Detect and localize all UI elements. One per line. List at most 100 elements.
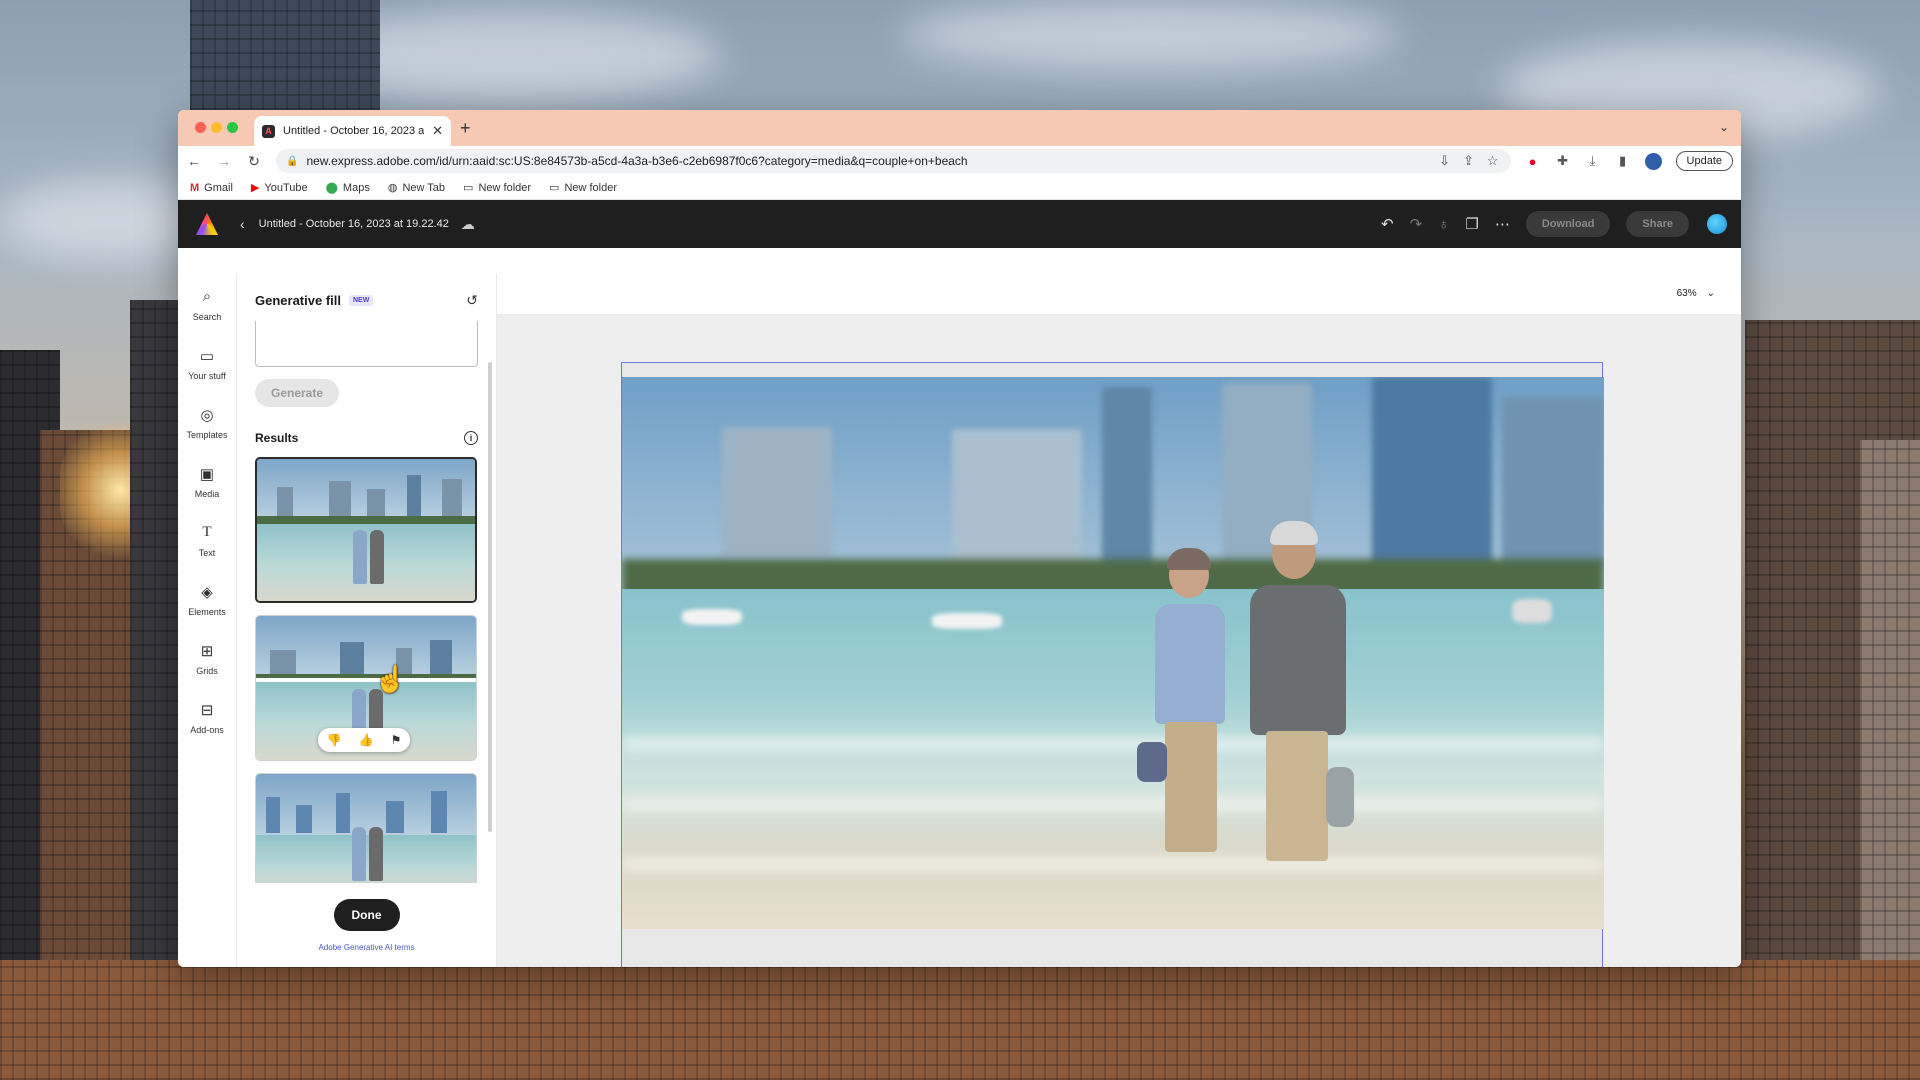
browser-tab[interactable]: A Untitled - October 16, 2023 at ✕: [254, 116, 451, 146]
adobe-favicon-icon: A: [262, 124, 275, 138]
new-tab-button[interactable]: +: [460, 118, 471, 139]
globe-icon: ◍: [387, 182, 398, 194]
left-rail: ⌕ Search ▭ Your stuff ◎ Templates ▣ Medi…: [178, 274, 237, 967]
hand-cursor-icon: ☝: [374, 664, 407, 694]
info-icon[interactable]: i: [464, 431, 478, 445]
zoom-level: 63%: [1676, 288, 1697, 299]
prompt-textarea[interactable]: [255, 321, 478, 367]
canvas-page[interactable]: [621, 362, 1604, 967]
bookmark-youtube[interactable]: ▶ YouTube: [250, 181, 308, 195]
tab-title: Untitled - October 16, 2023 at: [283, 125, 425, 137]
bookmarks-bar: M Gmail ▶ YouTube ⬤ Maps ◍ New Tab ▭ New fold…: [178, 176, 1741, 200]
tab-bar: A Untitled - October 16, 2023 at ✕ + ⌄: [178, 110, 1741, 146]
side-panel-icon[interactable]: ▮: [1615, 153, 1631, 169]
rail-item-search[interactable]: ⌕ Search: [178, 288, 236, 347]
maps-pin-icon: ⬤: [325, 182, 338, 194]
done-button[interactable]: Done: [333, 898, 400, 931]
addons-icon: ⊟: [200, 702, 214, 719]
reset-icon[interactable]: ↺: [466, 292, 478, 309]
grids-icon: ⊞: [200, 643, 214, 660]
media-icon: ▣: [199, 466, 215, 483]
folder-icon: ▭: [463, 182, 474, 194]
folder-icon: ▭: [199, 348, 215, 365]
zoom-control[interactable]: 63% ⌄: [1677, 288, 1715, 299]
youtube-icon: ▶: [250, 182, 260, 194]
rail-item-your-stuff[interactable]: ▭ Your stuff: [178, 347, 236, 406]
bookmark-maps[interactable]: ⬤ Maps: [325, 181, 370, 195]
app-header: ‹ Untitled - October 16, 2023 at 19.22.4…: [178, 200, 1741, 248]
results-heading: Results: [255, 431, 299, 445]
chevron-down-icon: ⌄: [1706, 288, 1715, 299]
lightbulb-icon[interactable]: ♁: [1438, 216, 1449, 233]
download-button[interactable]: Download: [1525, 211, 1611, 237]
browser-window: A Untitled - October 16, 2023 at ✕ + ⌄ ←…: [178, 110, 1741, 967]
share-page-icon[interactable]: ⇪: [1461, 153, 1477, 169]
forward-arrow-icon[interactable]: →: [216, 153, 232, 169]
rail-item-elements[interactable]: ◈ Elements: [178, 583, 236, 642]
bookmark-folder-1[interactable]: ▭ New folder: [463, 181, 531, 195]
browser-toolbar: ← → ↻ 🔒 new.express.adobe.com/id/urn:aai…: [178, 146, 1741, 176]
app-body: ⌕ Search ▭ Your stuff ◎ Templates ▣ Medi…: [178, 274, 1741, 967]
new-badge: NEW: [348, 295, 374, 306]
maximize-window-button[interactable]: [227, 122, 238, 133]
redo-icon[interactable]: ↷: [1410, 215, 1423, 233]
downloads-icon[interactable]: ⤓: [1585, 153, 1601, 169]
canvas-area: 63% ⌄: [497, 274, 1741, 967]
folder-icon: ▭: [549, 182, 560, 194]
bookmark-folder-2[interactable]: ▭ New folder: [549, 181, 617, 195]
back-arrow-icon[interactable]: ←: [186, 153, 202, 169]
rail-item-add-ons[interactable]: ⊟ Add-ons: [178, 701, 236, 760]
templates-icon: ◎: [200, 407, 214, 424]
address-bar[interactable]: 🔒 new.express.adobe.com/id/urn:aaid:sc:U…: [276, 149, 1511, 173]
canvas-topbar: 63% ⌄: [497, 274, 1741, 314]
close-window-button[interactable]: [195, 122, 206, 133]
tab-search-chevron-icon[interactable]: ⌄: [1719, 120, 1729, 134]
elements-icon: ◈: [201, 584, 213, 601]
thumbs-up-icon[interactable]: 👍: [359, 733, 374, 747]
feedback-toolbar: 👎 👍 ⚑: [318, 728, 410, 752]
rail-item-grids[interactable]: ⊞ Grids: [178, 642, 236, 701]
share-button[interactable]: Share: [1626, 211, 1689, 237]
minimize-window-button[interactable]: [211, 122, 222, 133]
panel-footer: Done Adobe Generative AI terms: [237, 883, 496, 967]
extensions-puzzle-icon[interactable]: ✚: [1555, 153, 1571, 169]
generate-button[interactable]: Generate: [255, 379, 340, 407]
undo-icon[interactable]: ↶: [1381, 215, 1394, 233]
result-thumbnail-3[interactable]: [255, 773, 477, 897]
document-title[interactable]: Untitled - October 16, 2023 at 19.22.42: [259, 218, 449, 230]
beach-couple-photo[interactable]: [622, 377, 1604, 929]
install-app-icon[interactable]: ⇩: [1437, 153, 1453, 169]
text-icon: T: [202, 524, 212, 540]
url-text: new.express.adobe.com/id/urn:aaid:sc:US:…: [306, 154, 968, 168]
bookmark-star-icon[interactable]: ☆: [1485, 153, 1501, 169]
bookmark-gmail[interactable]: M Gmail: [190, 182, 233, 194]
cloud-sync-icon[interactable]: ☁: [461, 216, 475, 233]
profile-avatar[interactable]: [1644, 152, 1662, 170]
bookmark-new-tab[interactable]: ◍ New Tab: [387, 181, 445, 195]
gmail-icon: M: [190, 181, 200, 194]
result-thumbnail-1[interactable]: [255, 457, 477, 603]
pinterest-extension-icon[interactable]: ●: [1525, 154, 1541, 169]
thumbs-down-icon[interactable]: 👎: [327, 733, 342, 747]
adobe-express-logo[interactable]: [196, 213, 218, 235]
reload-icon[interactable]: ↻: [246, 153, 262, 170]
panel-title: Generative fill: [255, 293, 341, 308]
rail-item-templates[interactable]: ◎ Templates: [178, 406, 236, 465]
man-figure: [1242, 521, 1354, 927]
back-chevron-icon[interactable]: ‹: [240, 216, 245, 232]
lock-icon: 🔒: [286, 155, 299, 167]
update-button[interactable]: Update: [1675, 151, 1733, 171]
rail-item-media[interactable]: ▣ Media: [178, 465, 236, 524]
user-avatar[interactable]: [1707, 214, 1727, 234]
comments-icon[interactable]: ❐: [1465, 215, 1478, 233]
more-options-icon[interactable]: ⋯: [1495, 215, 1510, 233]
panel-scrollbar[interactable]: [488, 362, 492, 832]
generative-ai-terms-link[interactable]: Adobe Generative AI terms: [318, 943, 414, 952]
woman-figure: [1137, 548, 1231, 929]
report-flag-icon[interactable]: ⚑: [391, 733, 402, 747]
close-tab-icon[interactable]: ✕: [432, 123, 443, 139]
results-list: ☝ 👎 👍 ⚑: [237, 445, 496, 897]
search-icon: ⌕: [202, 288, 212, 305]
result-thumbnail-2[interactable]: ☝ 👎 👍 ⚑: [255, 615, 477, 761]
rail-item-text[interactable]: T Text: [178, 524, 236, 583]
